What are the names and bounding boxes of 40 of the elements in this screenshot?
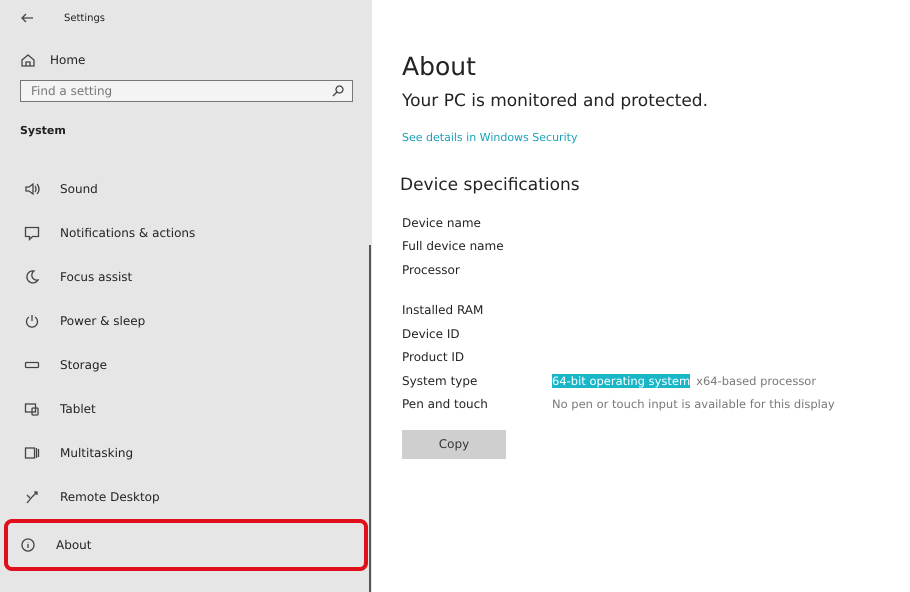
- nav-item[interactable]: Power & sleep: [4, 299, 368, 343]
- section-heading: System: [20, 124, 67, 137]
- speaker-icon: [24, 181, 40, 197]
- home-icon: [20, 52, 36, 68]
- page-title: About: [402, 52, 477, 81]
- multitasking-icon: [24, 445, 40, 461]
- spec-label: Product ID: [402, 350, 466, 364]
- section-heading: Device specifications: [400, 175, 581, 195]
- spec-value: No pen or touch input is available for this display: [552, 397, 835, 412]
- spec-label: Device name: [402, 216, 482, 230]
- copy-button[interactable]: Copy: [402, 430, 506, 458]
- nav-item[interactable]: Tablet: [4, 387, 368, 431]
- search-icon: [332, 85, 344, 97]
- spec-value: x64-based processor: [696, 374, 816, 388]
- spec-label: Installed RAM: [402, 303, 484, 318]
- nav-item[interactable]: Sound: [4, 167, 368, 211]
- spec-label: Device ID: [402, 326, 461, 341]
- power-icon: [24, 313, 40, 329]
- back-arrow-icon[interactable]: [20, 12, 34, 24]
- nav-item[interactable]: About: [4, 519, 368, 571]
- window-title: Settings: [64, 12, 106, 24]
- scrollbar[interactable]: [369, 245, 371, 592]
- selected-text: 64-bit operating system: [552, 374, 690, 388]
- nav-item[interactable]: Remote Desktop: [4, 475, 368, 519]
- remote-desktop-icon: [24, 489, 40, 505]
- nav-item[interactable]: Storage: [4, 343, 368, 387]
- nav-item[interactable]: Notifications & actions: [4, 211, 368, 255]
- moon-icon: [24, 269, 40, 285]
- status-text: Your PC is monitored and protected.: [402, 91, 709, 111]
- tablet-icon: [24, 401, 40, 417]
- spec-label: Pen and touch: [402, 397, 489, 412]
- spec-label: Full device name: [402, 239, 505, 254]
- info-icon: [20, 537, 36, 553]
- nav-item[interactable]: Focus assist: [4, 255, 368, 299]
- spec-label: System type: [402, 374, 478, 388]
- spec-label: Processor: [402, 262, 461, 277]
- search-field[interactable]: Find a setting: [20, 80, 353, 102]
- nav-item[interactable]: Multitasking: [4, 431, 368, 475]
- message-icon: [24, 225, 40, 241]
- home-link[interactable]: Home: [20, 52, 86, 68]
